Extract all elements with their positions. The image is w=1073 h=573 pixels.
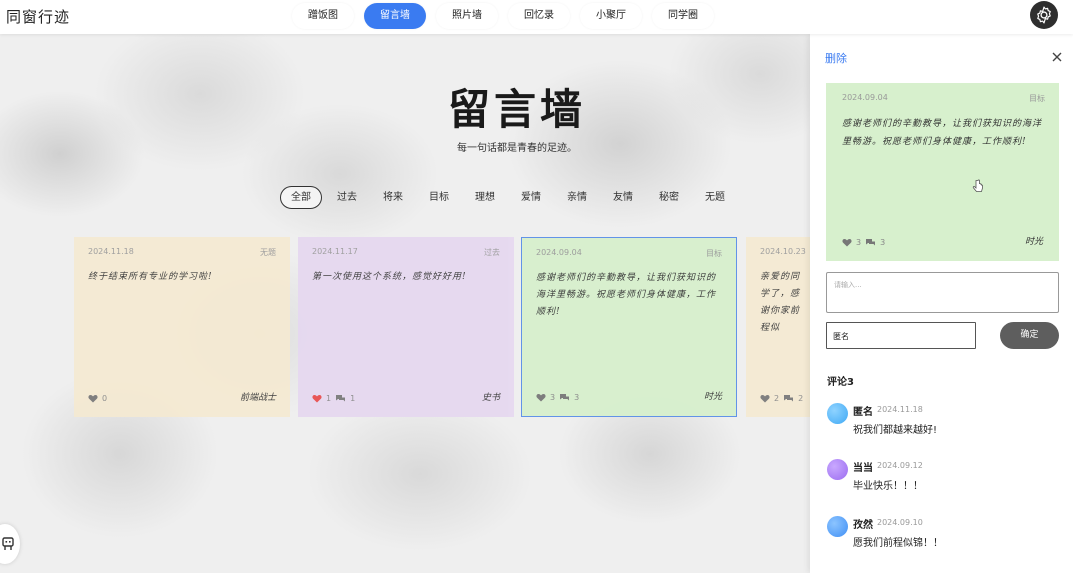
avatar [827, 403, 848, 424]
message-card-selected[interactable]: 2024.09.04 目标 感谢老师们的辛勤教导，让我们获知识的海洋里畅游。祝愿… [521, 237, 737, 417]
filter-friendship[interactable]: 友情 [602, 186, 644, 209]
comment-author: 孜然 [853, 520, 873, 531]
page-title: 留言墙 [447, 85, 586, 134]
avatar [827, 516, 848, 537]
delete-button[interactable]: 删除 [825, 50, 847, 66]
main-nav: 蹭饭图 留言墙 照片墙 回忆录 小聚厅 同学圈 [292, 3, 714, 29]
settings-gear-icon[interactable] [1030, 1, 1058, 29]
comment-item: 匿名 2024.11.18 祝我们都越来越好! [827, 403, 1067, 443]
robot-icon [2, 537, 14, 550]
comment-text: 愿我们前程似锦！！ [853, 538, 943, 549]
card-date: 2024.10.23 [760, 247, 806, 256]
card-message: 第一次使用这个系统，感觉好好用! [312, 272, 467, 282]
close-icon[interactable] [1050, 50, 1064, 64]
card-author: 前端战士 [239, 393, 276, 403]
page-subtitle: 每一句话都是青春的足迹。 [457, 143, 577, 154]
comment-author: 当当 [853, 463, 873, 474]
hand-cursor-icon [972, 179, 983, 192]
message-detail-panel: 删除 2024.09.04 目标 感谢老师们的辛勤教导，让我们获知识的海洋里畅游… [810, 34, 1073, 573]
app-logo-title[interactable]: 同窗行迹 [6, 6, 70, 27]
like-count: 0 [102, 394, 108, 403]
comment-count: 1 [350, 394, 356, 403]
comment-count-heading: 评论3 [827, 377, 854, 388]
detail-card: 2024.09.04 目标 感谢老师们的辛勤教导，让我们获知识的海洋里畅游。祝愿… [826, 83, 1059, 261]
nav-item-canteen[interactable]: 蹭饭图 [292, 3, 354, 29]
card-date: 2024.11.17 [312, 247, 358, 256]
card-message: 感谢老师们的辛勤教导，让我们获知识的海洋里畅游。祝愿老师们身体健康，工作顺利! [536, 273, 717, 317]
nav-item-message-wall[interactable]: 留言墙 [364, 3, 426, 29]
detail-date: 2024.09.04 [842, 93, 888, 102]
card-tag: 无题 [260, 248, 276, 257]
nav-item-memoirs[interactable]: 回忆录 [508, 3, 570, 29]
like-count: 1 [326, 394, 332, 403]
comment-date: 2024.09.10 [877, 518, 923, 527]
card-stats: 2 2 [760, 394, 803, 403]
detail-message: 感谢老师们的辛勤教导，让我们获知识的海洋里畅游。祝愿老师们身体健康，工作顺利! [842, 119, 1043, 147]
filter-love[interactable]: 爱情 [510, 186, 552, 209]
filter-ideal[interactable]: 理想 [464, 186, 506, 209]
heart-icon[interactable] [842, 238, 852, 247]
name-input[interactable]: 匿名 [826, 322, 976, 349]
nav-item-gathering-hall[interactable]: 小聚厅 [580, 3, 642, 29]
filter-past[interactable]: 过去 [326, 186, 368, 209]
comment-date: 2024.09.12 [877, 461, 923, 470]
detail-tag: 目标 [1029, 94, 1045, 103]
card-tag: 过去 [484, 248, 500, 257]
comment-text: 毕业快乐！！！ [853, 481, 923, 492]
top-navbar: 同窗行迹 蹭饭图 留言墙 照片墙 回忆录 小聚厅 同学圈 [0, 0, 1073, 34]
comment-icon[interactable] [865, 238, 876, 247]
filter-all[interactable]: 全部 [280, 186, 322, 209]
comment-icon[interactable] [335, 394, 346, 403]
nav-item-photo-wall[interactable]: 照片墙 [436, 3, 498, 29]
comment-count: 3 [880, 238, 886, 247]
message-card[interactable]: 2024.10.23 亲爱的同学了，感谢你家前程似 2 2 [746, 237, 810, 417]
gear-icon [1037, 6, 1051, 24]
filter-secret[interactable]: 秘密 [648, 186, 690, 209]
card-stats: 1 1 [312, 394, 355, 403]
confirm-button[interactable]: 确定 [1000, 322, 1059, 349]
comment-icon[interactable] [783, 394, 794, 403]
like-count: 3 [550, 393, 556, 402]
nav-item-classmates[interactable]: 同学圈 [652, 3, 714, 29]
filter-untitled[interactable]: 无题 [694, 186, 736, 209]
message-card[interactable]: 2024.11.18 无题 终于结束所有专业的学习啦! 0 前端战士 [74, 237, 290, 417]
filter-family[interactable]: 亲情 [556, 186, 598, 209]
comment-count: 2 [798, 394, 804, 403]
like-count: 2 [774, 394, 780, 403]
card-date: 2024.09.04 [536, 248, 582, 257]
card-stats: 0 [88, 394, 107, 403]
filter-future[interactable]: 将来 [372, 186, 414, 209]
comment-date: 2024.11.18 [877, 405, 923, 414]
comment-input[interactable]: 请输入... [826, 272, 1059, 313]
message-card[interactable]: 2024.11.17 过去 第一次使用这个系统，感觉好好用! 1 1 史书 [298, 237, 514, 417]
heart-icon[interactable] [760, 394, 770, 403]
heart-icon[interactable] [536, 393, 546, 402]
card-author: 时光 [703, 392, 722, 402]
heart-icon[interactable] [312, 394, 322, 403]
comment-count: 3 [574, 393, 580, 402]
card-message: 亲爱的同学了，感谢你家前程似 [760, 272, 801, 333]
filter-goal[interactable]: 目标 [418, 186, 460, 209]
card-stats: 3 3 [536, 393, 579, 402]
avatar [827, 459, 848, 480]
comment-text: 祝我们都越来越好! [853, 425, 938, 436]
heart-icon[interactable] [88, 394, 98, 403]
card-author: 史书 [481, 393, 500, 403]
category-filters: 全部 过去 将来 目标 理想 爱情 亲情 友情 秘密 无题 [280, 186, 740, 209]
comment-item: 当当 2024.09.12 毕业快乐！！！ [827, 459, 1067, 499]
comment-item: 孜然 2024.09.10 愿我们前程似锦！！ [827, 516, 1067, 556]
comment-author: 匿名 [853, 407, 873, 418]
like-count: 3 [856, 238, 862, 247]
detail-stats: 3 3 [842, 238, 885, 247]
detail-author: 时光 [1024, 237, 1043, 247]
card-date: 2024.11.18 [88, 247, 134, 256]
card-tag: 目标 [706, 249, 722, 258]
comment-icon[interactable] [559, 393, 570, 402]
card-message: 终于结束所有专业的学习啦! [88, 272, 213, 282]
